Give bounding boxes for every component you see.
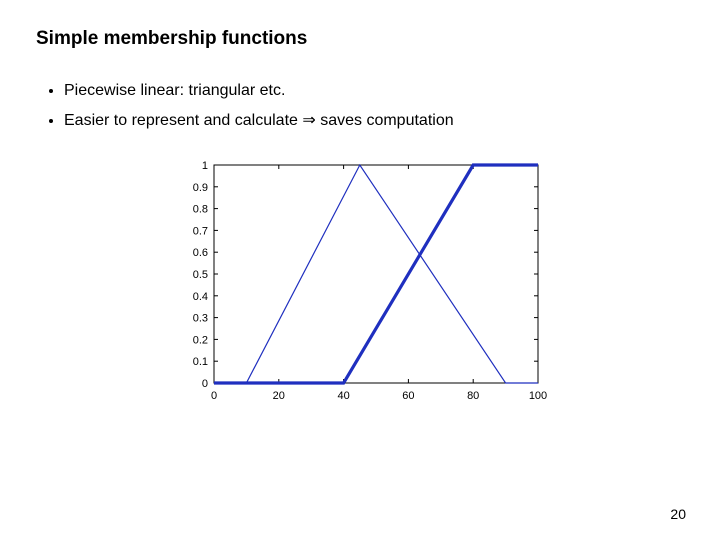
page-number: 20 bbox=[670, 506, 686, 522]
chart-container: 0 0.1 0.2 0.3 0.4 0.5 0.6 0.7 0.8 0.9 1 0 20 40 60 80 10… bbox=[36, 151, 684, 416]
svg-text:0.3: 0.3 bbox=[193, 313, 208, 325]
svg-text:20: 20 bbox=[273, 390, 285, 402]
bullet-item: Easier to represent and calculate ⇒ save… bbox=[64, 108, 684, 134]
svg-text:0: 0 bbox=[202, 378, 208, 390]
bullet-list: Piecewise linear: triangular etc. Easier… bbox=[40, 78, 684, 133]
svg-text:100: 100 bbox=[529, 390, 547, 402]
svg-text:0.5: 0.5 bbox=[193, 269, 208, 281]
svg-text:0: 0 bbox=[211, 390, 217, 402]
svg-text:0.7: 0.7 bbox=[193, 226, 208, 238]
bullet-item: Piecewise linear: triangular etc. bbox=[64, 78, 684, 104]
svg-text:0.4: 0.4 bbox=[193, 291, 208, 303]
svg-text:0.2: 0.2 bbox=[193, 335, 208, 347]
svg-text:40: 40 bbox=[337, 390, 349, 402]
membership-chart: 0 0.1 0.2 0.3 0.4 0.5 0.6 0.7 0.8 0.9 1 0 20 40 60 80 10… bbox=[170, 151, 550, 411]
slide: Simple membership functions Piecewise li… bbox=[0, 0, 720, 540]
slide-title: Simple membership functions bbox=[36, 28, 684, 50]
svg-text:80: 80 bbox=[467, 390, 479, 402]
svg-text:60: 60 bbox=[402, 390, 414, 402]
svg-text:0.1: 0.1 bbox=[193, 356, 208, 368]
svg-text:0.8: 0.8 bbox=[193, 204, 208, 216]
svg-text:0.6: 0.6 bbox=[193, 247, 208, 259]
svg-text:0.9: 0.9 bbox=[193, 182, 208, 194]
svg-text:1: 1 bbox=[202, 160, 208, 172]
